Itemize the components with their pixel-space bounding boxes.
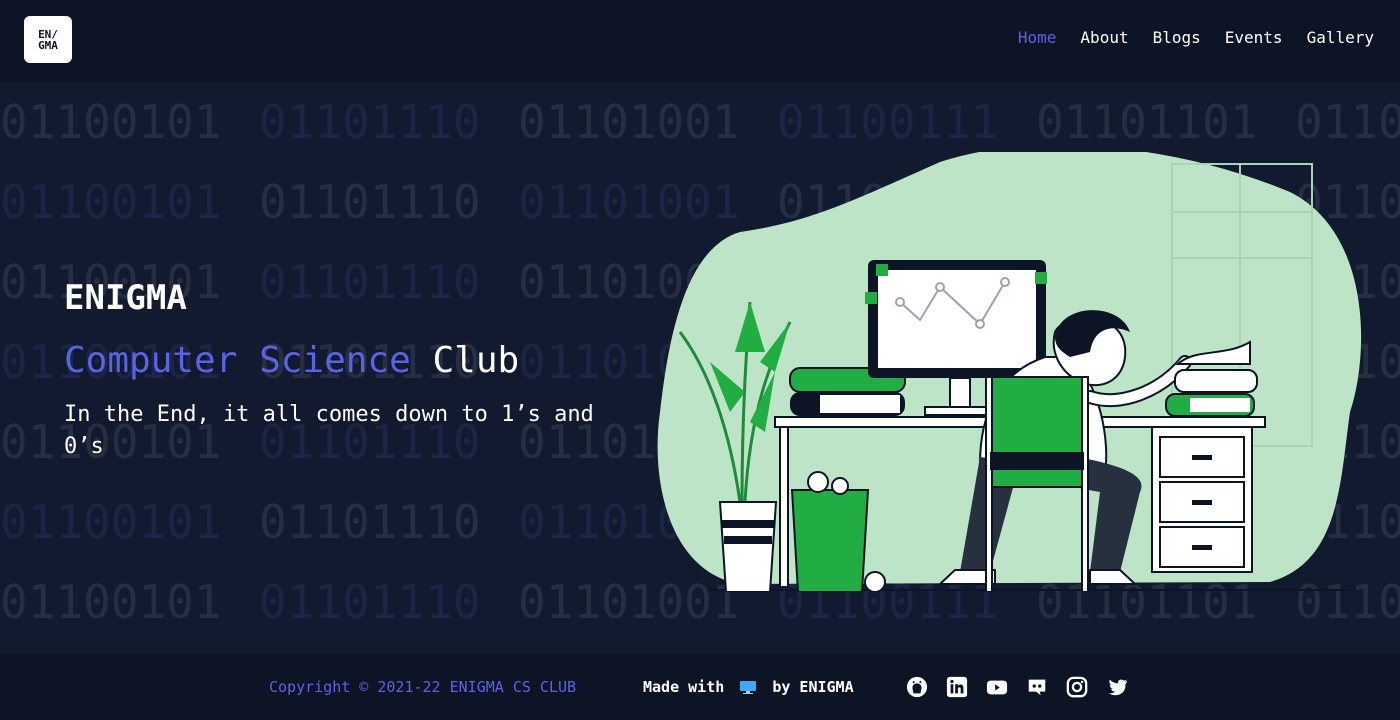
hero-tagline: In the End, it all comes down to 1’s and… <box>64 402 594 459</box>
navbar: EN/ GMA Home About Blogs Events Gallery <box>0 0 1400 82</box>
logo-line-2: GMA <box>38 38 58 52</box>
copyright-text: Copyright © 2021-22 ENIGMA CS CLUB <box>269 678 577 696</box>
binary-word: 01100101 <box>0 575 222 629</box>
hero-subtitle-accent: Computer Science <box>64 340 411 381</box>
linkedin-icon[interactable] <box>946 676 968 698</box>
binary-word: 01101001 <box>518 95 740 149</box>
hero-text: ENIGMA Computer Science Club In the End,… <box>64 278 604 463</box>
nav-blogs-link[interactable]: Blogs <box>1153 28 1201 47</box>
person-at-desk-illustration <box>657 152 1362 592</box>
instagram-icon[interactable] <box>1066 676 1088 698</box>
nav-about-link[interactable]: About <box>1080 28 1128 47</box>
made-with-prefix: Made with <box>643 678 725 696</box>
logo-line-1: EN/ <box>38 27 58 41</box>
twitter-icon[interactable] <box>1107 676 1129 698</box>
nav-home-link[interactable]: Home <box>1018 28 1057 47</box>
made-with-suffix: by ENIGMA <box>772 678 854 696</box>
github-icon[interactable] <box>906 676 928 698</box>
computer-icon <box>740 681 757 694</box>
binary-word: 01100101 <box>0 495 222 549</box>
discord-icon[interactable] <box>1026 676 1048 698</box>
made-with-text: Made with by ENIGMA <box>643 678 854 696</box>
youtube-icon[interactable] <box>986 676 1008 698</box>
binary-word: 01101110 <box>259 575 481 629</box>
hero-subtitle: Computer Science Club <box>64 340 604 381</box>
binary-word: 01100111 <box>777 95 999 149</box>
binary-word: 01101110 <box>259 495 481 549</box>
hero-section: 01100101 01101110 01101001 01100111 01101101… <box>0 82 1400 654</box>
enigma-logo[interactable]: EN/ GMA <box>24 16 72 63</box>
binary-word: 01101110 <box>259 175 481 229</box>
nav-gallery-link[interactable]: Gallery <box>1307 28 1374 47</box>
binary-word: 01100001 <box>1295 95 1400 149</box>
binary-word: 01100101 <box>0 95 222 149</box>
nav-menu: Home About Blogs Events Gallery <box>1018 28 1374 47</box>
hero-subtitle-rest: Club <box>432 340 520 381</box>
hero-title: ENIGMA <box>64 278 187 318</box>
nav-events-link[interactable]: Events <box>1225 28 1283 47</box>
binary-word: 01101110 <box>259 95 481 149</box>
footer: Copyright © 2021-22 ENIGMA CS CLUB Made … <box>0 654 1400 720</box>
binary-word: 01100101 <box>0 175 222 229</box>
binary-word: 01101101 <box>1036 95 1258 149</box>
